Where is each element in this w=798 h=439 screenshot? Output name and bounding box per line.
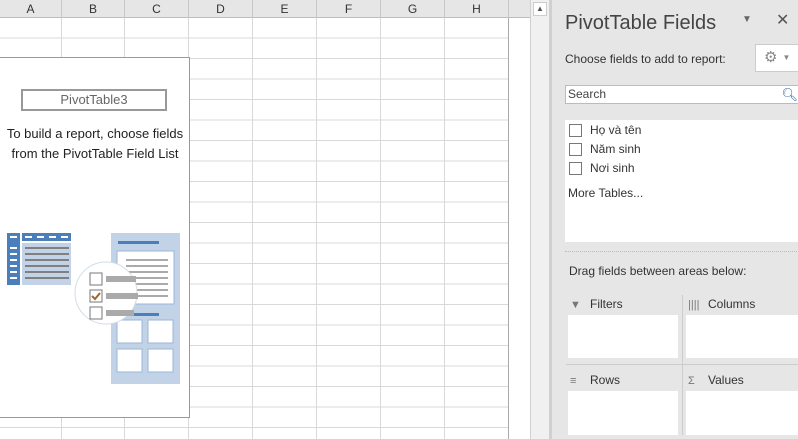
pivot-table-name: PivotTable3 xyxy=(21,89,167,111)
rows-drop-area[interactable] xyxy=(568,391,678,435)
drag-fields-label: Drag fields between areas below: xyxy=(569,264,747,278)
rows-icon: ≡ xyxy=(570,375,577,387)
field-checkbox[interactable] xyxy=(569,124,582,138)
column-header-c[interactable]: C xyxy=(125,0,189,18)
chevron-down-icon: ▼ xyxy=(782,53,791,63)
column-header-a[interactable]: A xyxy=(0,0,62,18)
scroll-up-icon[interactable]: ▲ xyxy=(533,2,547,16)
field-item[interactable]: Họ và tên xyxy=(569,122,641,140)
columns-icon: |||| xyxy=(688,299,700,311)
field-item[interactable]: Nơi sinh xyxy=(569,160,635,178)
sigma-icon: Σ xyxy=(688,375,695,387)
area-divider xyxy=(682,295,683,435)
values-label: Values xyxy=(708,373,744,387)
columns-area-header: |||| Columns xyxy=(688,297,755,311)
field-list: Họ và tên Năm sinh Nơi sinh More Tables.… xyxy=(565,120,798,242)
column-header-d[interactable]: D xyxy=(189,0,253,18)
pivot-instructions: To build a report, choose fields from th… xyxy=(6,126,184,161)
column-header-h[interactable]: H xyxy=(445,0,509,18)
field-checkbox[interactable] xyxy=(569,162,582,176)
close-icon[interactable]: ✕ xyxy=(776,10,789,30)
column-header-b[interactable]: B xyxy=(62,0,125,18)
field-label: Năm sinh xyxy=(590,142,641,156)
divider xyxy=(565,251,798,252)
column-header-g[interactable]: G xyxy=(381,0,445,18)
column-header-f[interactable]: F xyxy=(317,0,381,18)
field-checkbox[interactable] xyxy=(569,143,582,157)
gear-icon: ⚙ xyxy=(764,49,778,66)
filters-area-header: ▼ Filters xyxy=(570,297,623,311)
column-headers: A B C D E F G H xyxy=(0,0,530,18)
columns-drop-area[interactable] xyxy=(686,315,798,358)
choose-fields-label: Choose fields to add to report: xyxy=(565,52,726,66)
pivot-illustration-icon xyxy=(7,233,180,384)
pane-options-chevron-icon[interactable]: ▼ xyxy=(742,14,752,25)
tools-button[interactable]: ⚙ ▼ xyxy=(755,44,798,72)
columns-label: Columns xyxy=(708,297,756,311)
column-header-e[interactable]: E xyxy=(253,0,317,18)
values-drop-area[interactable] xyxy=(686,391,798,435)
field-item[interactable]: Năm sinh xyxy=(569,141,641,159)
filters-drop-area[interactable] xyxy=(568,315,678,358)
pane-title: PivotTable Fields xyxy=(565,12,717,34)
pivot-table-placeholder[interactable]: PivotTable3 To build a report, choose fi… xyxy=(0,57,190,418)
rows-label: Rows xyxy=(590,373,621,387)
values-area-header: Σ Values xyxy=(688,373,744,387)
more-tables-link[interactable]: More Tables... xyxy=(568,186,643,200)
field-label: Nơi sinh xyxy=(590,161,635,175)
search-input[interactable]: Search 🔍︎ xyxy=(565,85,798,104)
spreadsheet: A B C D E F G H PivotTable3 To build a r… xyxy=(0,0,530,439)
vertical-scrollbar[interactable]: ▲ xyxy=(530,0,549,439)
pivot-fields-pane: PivotTable Fields ▼ ✕ Choose fields to a… xyxy=(549,0,798,439)
rows-area-header: ≡ Rows xyxy=(570,373,620,387)
area-divider xyxy=(566,364,798,365)
filters-label: Filters xyxy=(590,297,623,311)
search-placeholder: Search xyxy=(568,87,607,101)
field-label: Họ và tên xyxy=(590,123,642,137)
filter-icon: ▼ xyxy=(570,299,581,311)
search-icon[interactable]: 🔍︎ xyxy=(781,86,798,103)
